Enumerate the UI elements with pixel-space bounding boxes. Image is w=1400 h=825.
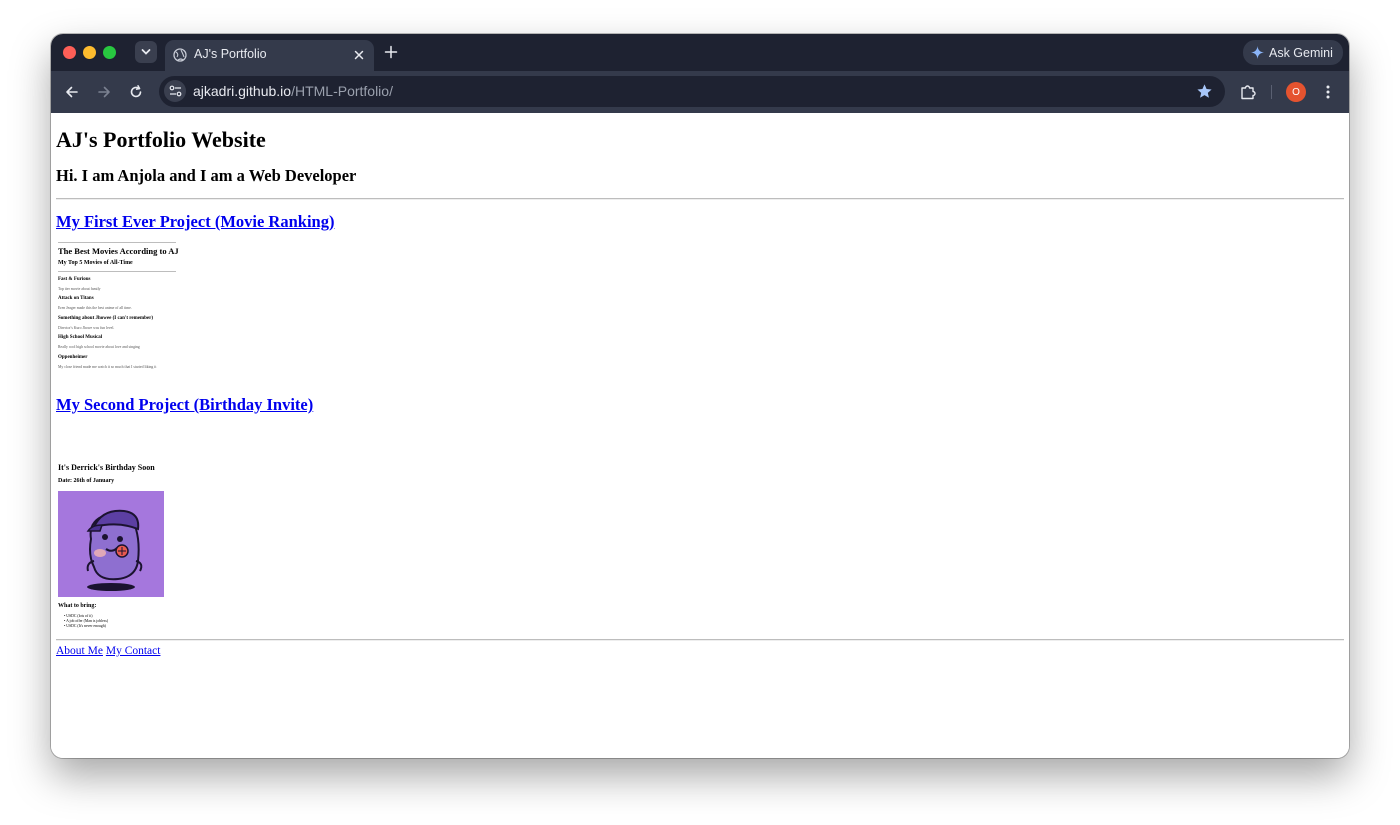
address-bar[interactable]: ajkadri.github.io/HTML-Portfolio/ bbox=[159, 76, 1225, 107]
back-arrow-icon[interactable] bbox=[63, 83, 81, 101]
toolbar-divider bbox=[1271, 85, 1272, 99]
close-icon[interactable] bbox=[352, 48, 366, 62]
extensions-puzzle-icon[interactable] bbox=[1239, 83, 1257, 101]
project1-link[interactable]: My First Ever Project (Movie Ranking) bbox=[56, 212, 334, 232]
bring-item-text: USDC (lots of it) bbox=[66, 614, 93, 618]
chevron-down-icon bbox=[141, 49, 151, 55]
web-page: AJ's Portfolio Website Hi. I am Anjola a… bbox=[51, 113, 1349, 758]
birthday-character-image bbox=[58, 491, 164, 597]
site-info-button[interactable] bbox=[164, 80, 186, 102]
toolbar: ajkadri.github.io/HTML-Portfolio/ O bbox=[51, 71, 1349, 113]
movie-title: High School Musical bbox=[58, 335, 103, 340]
minimize-window-button[interactable] bbox=[83, 46, 96, 59]
forward-arrow-icon[interactable] bbox=[95, 83, 113, 101]
birthday-heading: It's Derrick's Birthday Soon bbox=[58, 463, 155, 472]
bring-item: • A job offer (Man is jobless) bbox=[64, 619, 109, 623]
bookmark-star-icon[interactable] bbox=[1196, 83, 1213, 100]
contact-link[interactable]: My Contact bbox=[106, 645, 161, 657]
movie-desc: Director's Kuro Jhowe was fun level. bbox=[58, 326, 115, 330]
url-path: /HTML-Portfolio/ bbox=[291, 83, 393, 99]
tab-search-button[interactable] bbox=[135, 41, 157, 63]
avatar-letter: O bbox=[1292, 86, 1300, 98]
movie-title: Something about Jhowee (I can't remember… bbox=[58, 316, 154, 321]
movie-desc: Really cool high school movie about love… bbox=[58, 345, 140, 349]
birthday-date: Date: 26th of January bbox=[58, 478, 115, 484]
birthday-invite-embed: It's Derrick's Birthday Soon Date: 26th … bbox=[56, 461, 196, 636]
movie-desc: Top tier movie about family bbox=[58, 287, 101, 291]
new-tab-button[interactable] bbox=[383, 44, 399, 60]
ask-gemini-button[interactable]: Ask Gemini bbox=[1243, 40, 1343, 65]
movie-page-heading: The Best Movies According to AJ bbox=[58, 246, 179, 256]
movie-desc: Eren Jeager made this the best anime of … bbox=[58, 306, 132, 310]
movie-desc: My close friend made me watch it so much… bbox=[58, 365, 157, 369]
movie-title: Attack on Titans bbox=[58, 296, 94, 301]
divider bbox=[56, 639, 1344, 641]
embed-divider bbox=[58, 242, 176, 243]
sparkle-icon bbox=[1251, 46, 1264, 59]
about-me-link[interactable]: About Me bbox=[56, 645, 103, 657]
more-menu-icon[interactable] bbox=[1321, 83, 1335, 101]
tab-active[interactable]: AJ's Portfolio bbox=[165, 40, 374, 71]
reload-icon[interactable] bbox=[127, 83, 145, 101]
movie-title: Oppenheimer bbox=[58, 355, 88, 360]
profile-avatar[interactable]: O bbox=[1286, 82, 1306, 102]
close-window-button[interactable] bbox=[63, 46, 76, 59]
tab-strip: AJ's Portfolio Ask Gemini bbox=[51, 34, 1349, 71]
bring-item-text: A job offer (Man is jobless) bbox=[66, 619, 109, 623]
url-text[interactable]: ajkadri.github.io/HTML-Portfolio/ bbox=[193, 83, 393, 99]
ask-gemini-label: Ask Gemini bbox=[1269, 45, 1333, 60]
globe-icon bbox=[173, 48, 187, 62]
project2-link[interactable]: My Second Project (Birthday Invite) bbox=[56, 395, 313, 415]
browser-window: AJ's Portfolio Ask Gemini ajkadri.github… bbox=[51, 34, 1349, 758]
bring-heading: What to bring: bbox=[58, 603, 97, 609]
page-title: AJ's Portfolio Website bbox=[56, 127, 266, 152]
movie-title: Fast & Furious bbox=[58, 277, 91, 282]
tab-title: AJ's Portfolio bbox=[194, 47, 267, 61]
maximize-window-button[interactable] bbox=[103, 46, 116, 59]
character-illustration bbox=[86, 509, 143, 591]
bring-item-text: USDC (It's never enough) bbox=[66, 624, 106, 628]
bring-item: • USDC (lots of it) bbox=[64, 614, 93, 618]
bring-item: • USDC (It's never enough) bbox=[64, 624, 106, 628]
movie-ranking-embed: The Best Movies According to AJ My Top 5… bbox=[56, 240, 196, 375]
tune-icon bbox=[169, 85, 181, 97]
footer-nav: About Me My Contact bbox=[56, 645, 160, 657]
url-host: ajkadri.github.io bbox=[193, 83, 292, 99]
divider bbox=[56, 198, 1344, 200]
intro-heading: Hi. I am Anjola and I am a Web Developer bbox=[56, 166, 357, 185]
embed-divider bbox=[58, 271, 176, 272]
movie-page-subheading: My Top 5 Movies of All-Time bbox=[58, 260, 133, 266]
